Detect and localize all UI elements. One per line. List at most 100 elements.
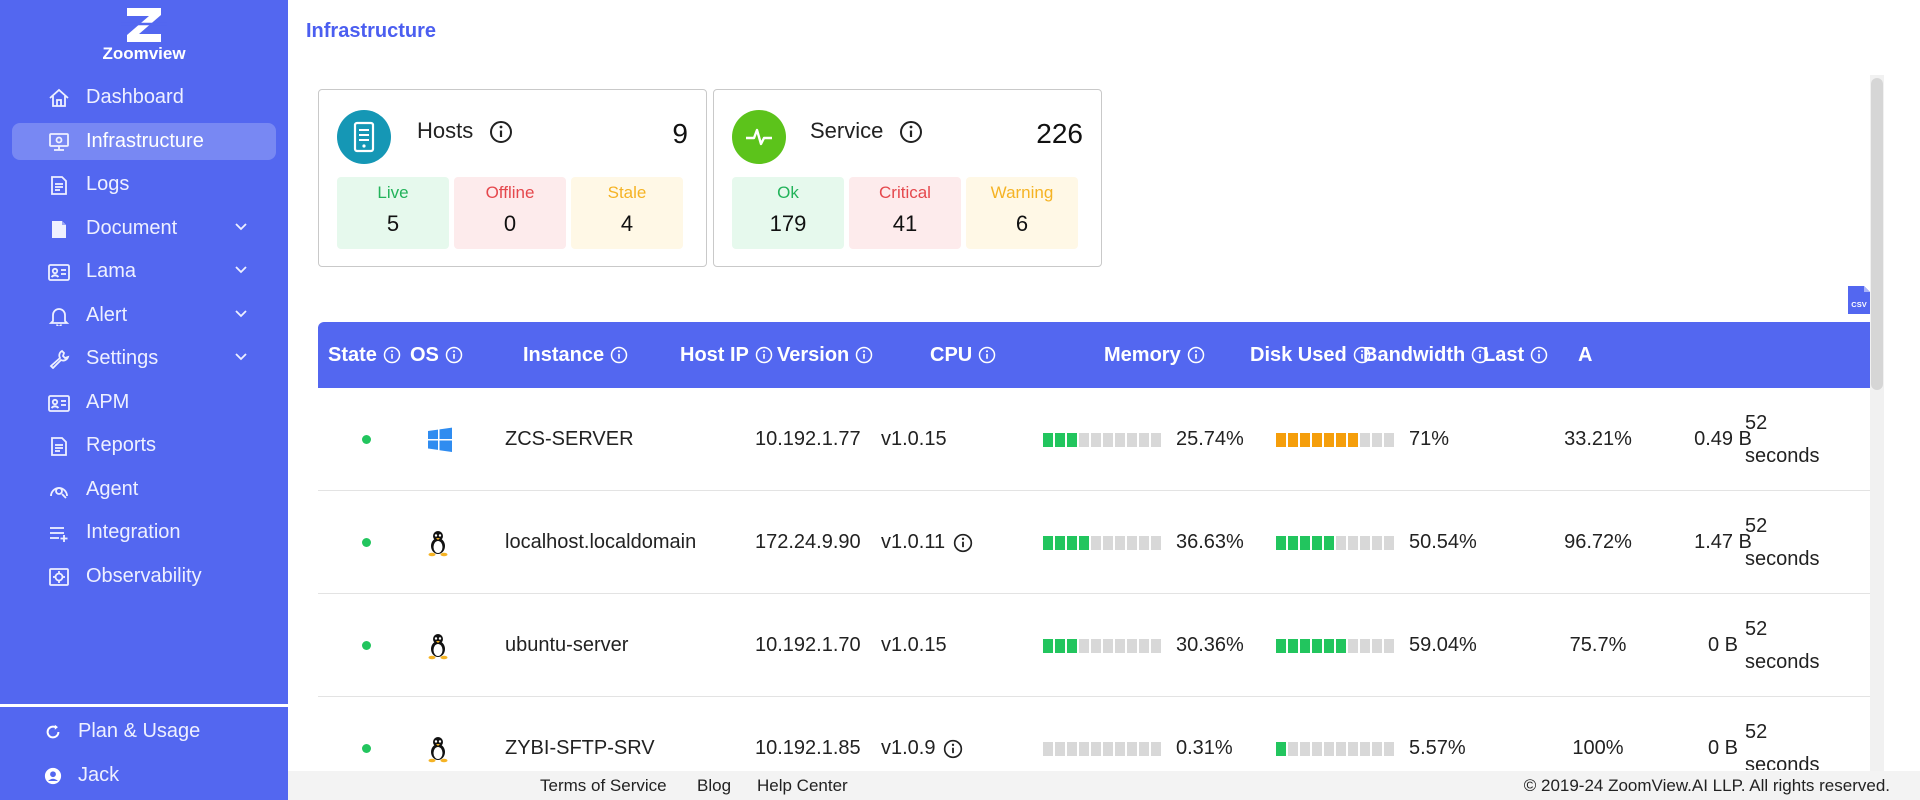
app-logo[interactable]: Zoomview: [0, 4, 288, 64]
info-icon[interactable]: [943, 739, 963, 759]
column-header-a[interactable]: A: [1578, 322, 1592, 388]
bar-segment: [1276, 741, 1286, 756]
column-header-state[interactable]: State: [328, 322, 401, 388]
bar-segment: [1127, 638, 1137, 653]
sidebar-item-infrastructure[interactable]: Infrastructure: [12, 122, 276, 160]
hosts-offline-stat[interactable]: Offline 0: [454, 177, 566, 249]
info-icon[interactable]: [1530, 346, 1548, 364]
table-header: State OS Instance Host IP Version CPU Memory Di…: [318, 322, 1880, 388]
hosts-stale-stat[interactable]: Stale 4: [571, 177, 683, 249]
column-header-label: Version: [777, 344, 850, 366]
scrollbar-thumb[interactable]: [1871, 78, 1883, 390]
instance-name[interactable]: ubuntu-server: [505, 594, 628, 697]
sidebar-item-document[interactable]: Document: [12, 210, 276, 247]
info-icon[interactable]: [445, 346, 463, 364]
bar-segment: [1348, 741, 1358, 756]
column-header-disk-used[interactable]: Disk Used: [1250, 322, 1371, 388]
table-row[interactable]: localhost.localdomain 172.24.9.90 v1.0.11 3…: [318, 491, 1880, 594]
sidebar-item-dashboard[interactable]: Dashboard: [12, 79, 276, 116]
column-header-version[interactable]: Version: [777, 322, 873, 388]
csv-export-icon[interactable]: CSV: [1846, 284, 1872, 316]
info-icon[interactable]: [1187, 346, 1205, 364]
column-header-os[interactable]: OS: [410, 322, 463, 388]
info-icon[interactable]: [855, 346, 873, 364]
zoomview-logo-icon: [121, 8, 167, 42]
disk-used: 33.21%: [1564, 428, 1632, 450]
sidebar-item-lama[interactable]: Lama: [12, 253, 276, 290]
sidebar-item-reports[interactable]: Reports: [12, 427, 276, 464]
instance-name[interactable]: ZYBI-SFTP-SRV: [505, 697, 655, 770]
column-header-bandwidth[interactable]: Bandwidth: [1363, 322, 1489, 388]
info-icon[interactable]: [383, 346, 401, 364]
service-warning-stat[interactable]: Warning 6: [966, 177, 1078, 249]
linux-icon: [428, 736, 448, 762]
disk-used: 100%: [1572, 737, 1624, 759]
pulse-icon: [732, 110, 786, 164]
bar-segment: [1372, 741, 1382, 756]
host-ip: 10.192.1.85: [755, 737, 861, 759]
version: v1.0.15: [881, 428, 947, 450]
table-row[interactable]: ZYBI-SFTP-SRV 10.192.1.85 v1.0.9 0.31% 5.57%…: [318, 697, 1880, 770]
file-icon: [51, 176, 67, 195]
hosts-live-stat[interactable]: Live 5: [337, 177, 449, 249]
table-row[interactable]: ZCS-SERVER 10.192.1.77 v1.0.15 25.74% 71% 33.…: [318, 388, 1880, 491]
table-row[interactable]: ubuntu-server 10.192.1.70 v1.0.15 30.36% 59.…: [318, 594, 1880, 697]
info-icon[interactable]: [755, 346, 773, 364]
chevron-down-icon[interactable]: [234, 222, 248, 232]
bar-segment: [1288, 741, 1298, 756]
instance-name[interactable]: localhost.localdomain: [505, 491, 696, 594]
info-icon[interactable]: [489, 120, 513, 144]
info-icon[interactable]: [978, 346, 996, 364]
user-avatar-icon: [44, 767, 62, 784]
sidebar-item-agent[interactable]: Agent: [12, 471, 276, 508]
bar-segment: [1091, 535, 1101, 550]
info-icon[interactable]: [610, 346, 628, 364]
blog-link[interactable]: Blog: [697, 776, 731, 796]
service-card[interactable]: Service 226 Ok 179 Critical 41 Warning 6: [713, 89, 1102, 267]
info-icon[interactable]: [953, 533, 973, 553]
bar-segment: [1067, 432, 1077, 447]
memory-value: 5.57%: [1409, 737, 1466, 759]
service-ok-stat[interactable]: Ok 179: [732, 177, 844, 249]
bar-segment: [1043, 432, 1053, 447]
column-header-memory[interactable]: Memory: [1104, 322, 1205, 388]
info-icon[interactable]: [899, 120, 923, 144]
column-header-host-ip[interactable]: Host IP: [680, 322, 773, 388]
sidebar-item-integration[interactable]: Integration: [12, 514, 276, 551]
column-header-last[interactable]: Last: [1483, 322, 1548, 388]
chevron-down-icon[interactable]: [234, 352, 248, 362]
column-header-instance[interactable]: Instance: [523, 322, 628, 388]
sidebar-item-alert[interactable]: Alert: [12, 297, 276, 334]
document-icon: [52, 220, 66, 238]
terms-link[interactable]: Terms of Service: [540, 776, 667, 796]
sidebar-item-settings[interactable]: Settings: [12, 340, 276, 377]
hosts-card[interactable]: Hosts 9 Live 5 Offline 0 Stale 4: [318, 89, 707, 267]
instance-name[interactable]: ZCS-SERVER: [505, 388, 634, 491]
plan-usage-link[interactable]: Plan & Usage: [44, 720, 200, 743]
disk-used: 96.72%: [1564, 531, 1632, 553]
main-content: Infrastructure Hosts 9 Live 5 Offline 0 …: [288, 0, 1920, 800]
status-dot: [362, 435, 371, 444]
bar-segment: [1384, 535, 1394, 550]
column-header-cpu[interactable]: CPU: [930, 322, 996, 388]
sidebar-item-label: Settings: [86, 347, 159, 369]
bell-icon: [48, 307, 70, 326]
sidebar-item-apm[interactable]: APM: [12, 384, 276, 421]
bar-segment: [1372, 432, 1382, 447]
column-header-label: OS: [410, 344, 439, 366]
bar-segment: [1384, 432, 1394, 447]
chevron-down-icon[interactable]: [234, 265, 248, 275]
sidebar-item-observability[interactable]: Observability: [12, 558, 276, 595]
bar-segment: [1091, 741, 1101, 756]
help-center-link[interactable]: Help Center: [757, 776, 848, 796]
service-critical-stat[interactable]: Critical 41: [849, 177, 961, 249]
bar-segment: [1324, 535, 1334, 550]
user-menu[interactable]: Jack: [44, 764, 119, 787]
memory-value: 59.04%: [1409, 634, 1477, 656]
sidebar-item-logs[interactable]: Logs: [12, 166, 276, 203]
bar-segment: [1384, 741, 1394, 756]
memory-bar: [1276, 741, 1394, 756]
bar-segment: [1384, 638, 1394, 653]
bar-segment: [1055, 432, 1065, 447]
chevron-down-icon[interactable]: [234, 309, 248, 319]
